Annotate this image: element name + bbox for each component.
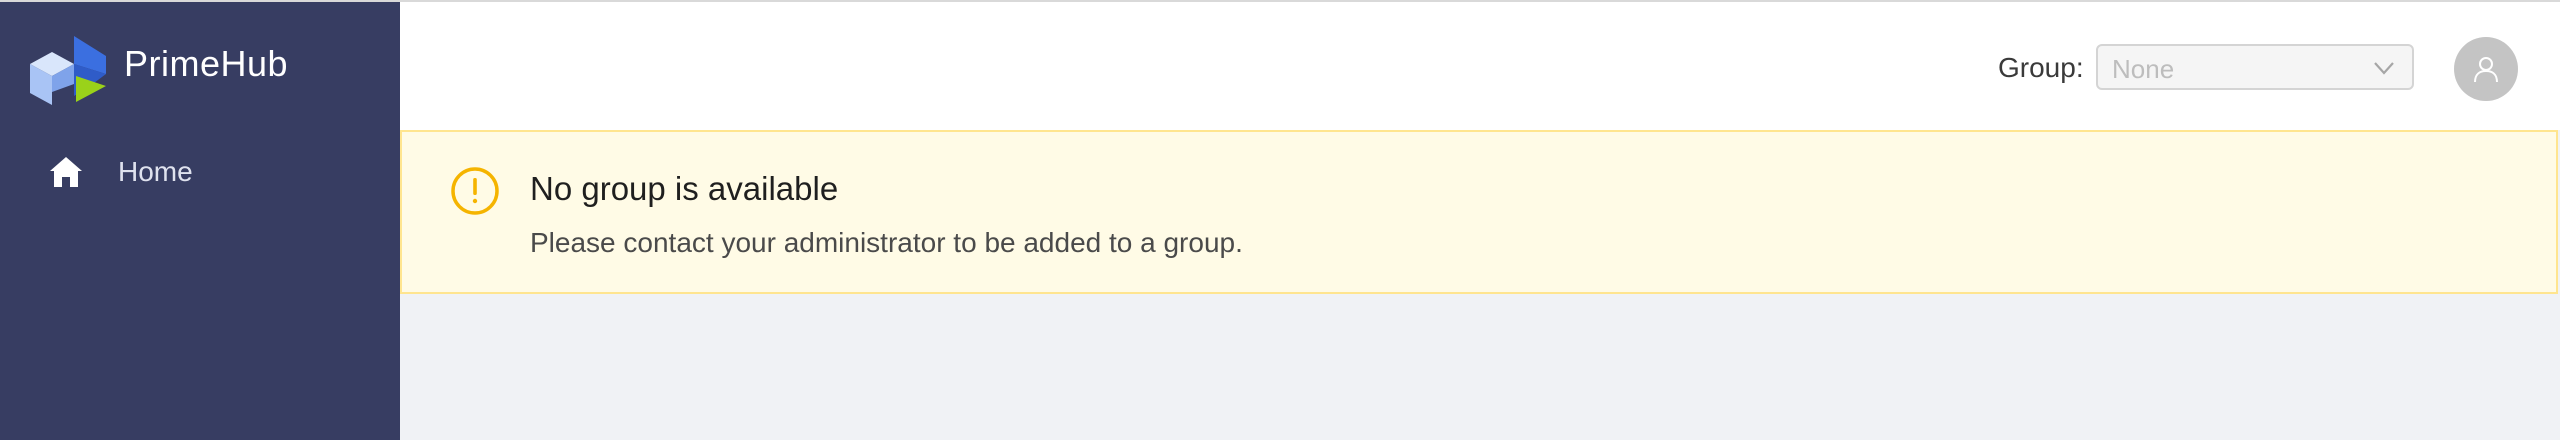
sidebar-item-label: Home (118, 156, 193, 187)
main-content: Group: None No group is available Please… (400, 2, 2560, 440)
exclamation-circle-icon (451, 167, 499, 215)
sidebar-item-home[interactable]: Home (48, 147, 193, 197)
user-icon (2474, 57, 2498, 83)
primehub-cube-logo-icon (30, 36, 106, 105)
app-window: PrimeHub Home Group: None No group is av… (0, 0, 2560, 440)
alert-description: Please contact your administrator to be … (530, 227, 1243, 258)
brand-logo[interactable]: PrimeHub (28, 30, 288, 108)
sidebar: PrimeHub Home (0, 2, 400, 440)
warning-alert: No group is available Please contact you… (400, 130, 2558, 294)
group-label: Group: (1998, 52, 2084, 83)
alert-title: No group is available (530, 170, 839, 207)
home-icon (50, 157, 82, 187)
avatar[interactable] (2454, 37, 2518, 101)
top-header: Group: None (400, 2, 2560, 130)
group-select-value: None (2112, 54, 2175, 84)
app-name: PrimeHub (124, 43, 289, 84)
group-select[interactable]: None (2096, 44, 2414, 90)
chevron-down-icon (2374, 62, 2394, 75)
